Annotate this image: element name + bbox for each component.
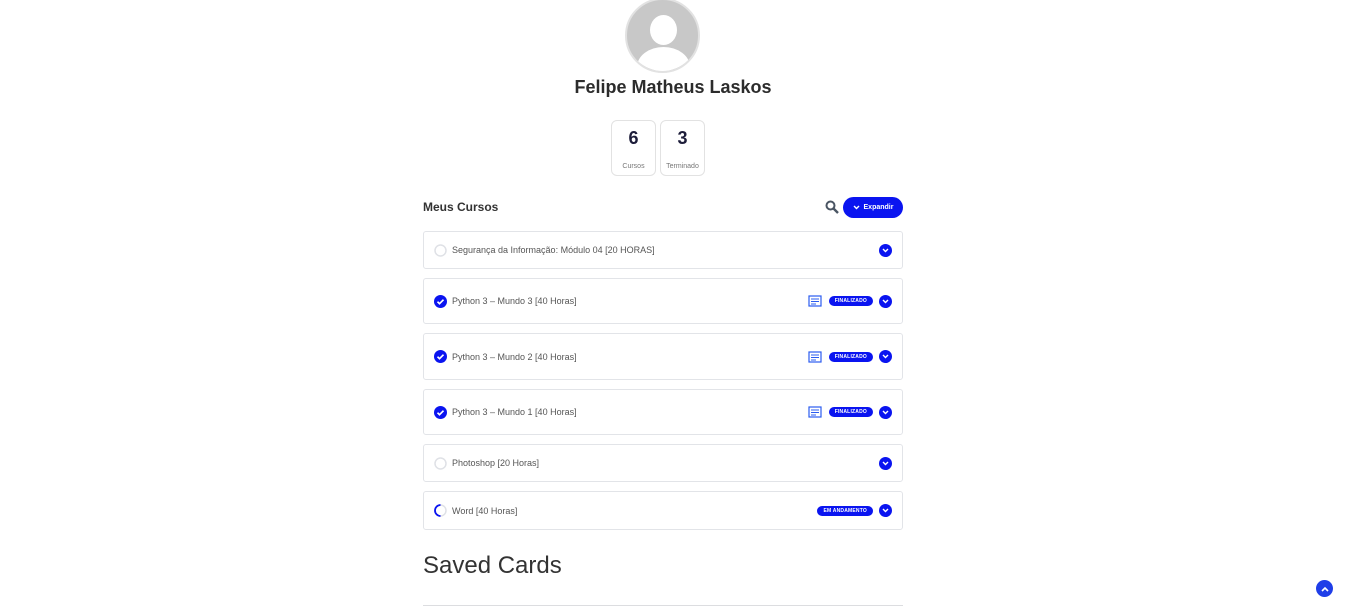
course-title[interactable]: Python 3 – Mundo 1 [40 Horas] [452,407,808,417]
course-title[interactable]: Python 3 – Mundo 3 [40 Horas] [452,296,808,306]
course-row[interactable]: Photoshop [20 Horas] [423,444,903,482]
course-row[interactable]: Python 3 – Mundo 2 [40 Horas] FINALIZADO [423,333,903,380]
expand-row-button[interactable] [879,294,892,308]
status-badge: FINALIZADO [828,296,873,306]
course-row[interactable]: Python 3 – Mundo 1 [40 Horas] FINALIZADO [423,389,903,435]
status-empty-icon [434,456,447,470]
certificate-icon[interactable] [808,406,822,418]
stat-terminado: 3 Terminado [660,120,705,176]
course-row[interactable]: Word [40 Horas] EM ANDAMENTO [423,491,903,530]
expand-row-button[interactable] [879,350,892,363]
course-row[interactable]: Segurança da Informação: Módulo 04 [20 H… [423,231,903,269]
scroll-to-top-button[interactable] [1316,580,1333,597]
expand-row-button[interactable] [879,243,892,257]
status-empty-icon [434,243,447,257]
check-circle-icon [434,294,447,308]
expand-row-button[interactable] [879,456,892,470]
divider [423,605,903,606]
search-icon[interactable] [825,200,839,214]
progress-spinner-icon [434,504,447,517]
chevron-down-icon [882,508,889,513]
chevron-down-icon [882,248,889,252]
certificate-icon[interactable] [808,350,822,363]
profile-name: Felipe Matheus Laskos [574,77,772,97]
check-circle-icon [434,350,447,363]
expand-label: Expandir [863,204,894,211]
course-title[interactable]: Photoshop [20 Horas] [452,458,879,468]
section-title: Meus Cursos [423,200,499,214]
expand-row-button[interactable] [879,405,892,419]
status-badge: FINALIZADO [828,407,873,417]
stat-label: Terminado [666,163,699,170]
course-title[interactable]: Word [40 Horas] [452,506,817,516]
status-badge: FINALIZADO [828,351,873,362]
course-title[interactable]: Segurança da Informação: Módulo 04 [20 H… [452,245,879,255]
certificate-icon[interactable] [808,295,822,307]
stat-label: Cursos [622,163,645,170]
expand-row-button[interactable] [879,504,892,517]
course-title[interactable]: Python 3 – Mundo 2 [40 Horas] [452,352,808,362]
chevron-down-icon [853,205,860,210]
status-badge: EM ANDAMENTO [817,505,873,516]
chevron-down-icon [882,354,889,359]
stat-value: 3 [677,128,688,148]
saved-cards-title: Saved Cards [423,552,562,579]
chevron-up-icon [1320,586,1329,592]
stat-cursos: 6 Cursos [611,120,656,176]
chevron-down-icon [882,410,889,414]
avatar [625,0,700,73]
check-circle-icon [434,405,447,419]
stat-value: 6 [628,128,639,148]
expand-button[interactable]: Expandir [843,197,903,218]
course-row[interactable]: Python 3 – Mundo 3 [40 Horas] FINALIZADO [423,278,903,324]
chevron-down-icon [882,299,889,303]
chevron-down-icon [882,461,889,465]
